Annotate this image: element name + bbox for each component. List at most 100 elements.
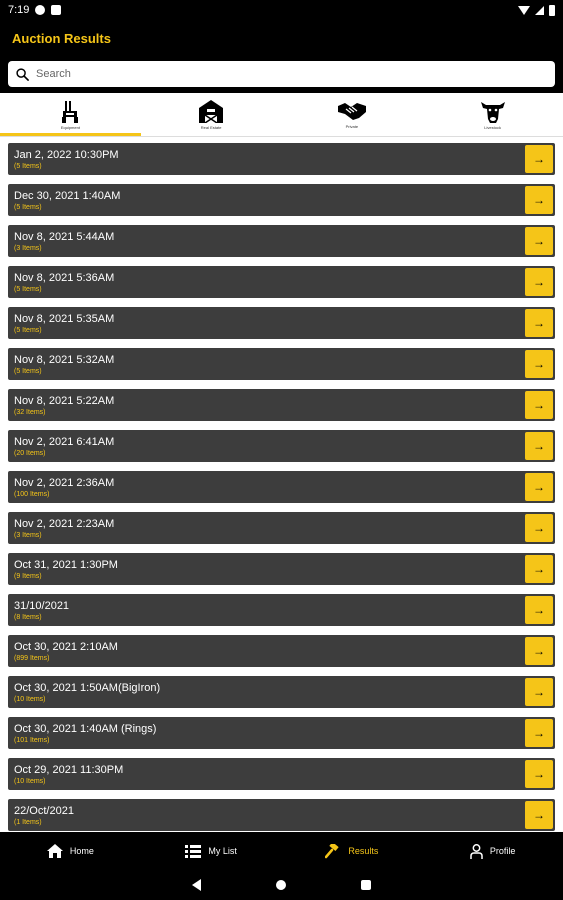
open-result-button[interactable]: → bbox=[525, 473, 553, 501]
nav-label: Profile bbox=[489, 846, 516, 856]
result-date: Nov 8, 2021 5:36AM bbox=[14, 271, 115, 284]
open-result-button[interactable]: → bbox=[525, 227, 553, 255]
result-date: Jan 2, 2022 10:30PM bbox=[14, 148, 119, 161]
nav-my-list[interactable]: My List bbox=[141, 832, 282, 870]
open-result-button[interactable]: → bbox=[525, 801, 553, 829]
arrow-right-icon: → bbox=[533, 562, 545, 576]
result-row[interactable]: Oct 30, 2021 1:40AM (Rings) (101 Items) … bbox=[8, 717, 555, 749]
tab-private[interactable]: Private bbox=[282, 93, 423, 136]
open-result-button[interactable]: → bbox=[525, 268, 553, 296]
result-text: Nov 8, 2021 5:22AM (32 Items) bbox=[8, 389, 525, 421]
nav-profile[interactable]: Profile bbox=[422, 832, 563, 870]
arrow-right-icon: → bbox=[533, 193, 545, 207]
result-text: Nov 8, 2021 5:44AM (3 Items) bbox=[8, 225, 525, 257]
arrow-right-icon: → bbox=[533, 439, 545, 453]
nav-home[interactable]: Home bbox=[0, 832, 141, 870]
result-date: Nov 8, 2021 5:22AM bbox=[14, 394, 115, 407]
open-result-button[interactable]: → bbox=[525, 145, 553, 173]
result-text: Nov 2, 2021 6:41AM (20 Items) bbox=[8, 430, 525, 462]
result-row[interactable]: Nov 2, 2021 2:36AM (100 Items) → bbox=[8, 471, 555, 503]
status-bar: 7:19 bbox=[0, 0, 563, 20]
open-result-button[interactable]: → bbox=[525, 760, 553, 788]
arrow-right-icon: → bbox=[533, 234, 545, 248]
result-row[interactable]: Jan 2, 2022 10:30PM (5 Items) → bbox=[8, 143, 555, 175]
nav-label: My List bbox=[208, 846, 237, 856]
result-date: Oct 30, 2021 2:10AM bbox=[14, 640, 118, 653]
result-text: Nov 8, 2021 5:35AM (5 Items) bbox=[8, 307, 525, 339]
result-date: Oct 30, 2021 1:40AM (Rings) bbox=[14, 722, 157, 735]
results-list: Jan 2, 2022 10:30PM (5 Items) → Dec 30, … bbox=[0, 137, 563, 832]
arrow-right-icon: → bbox=[533, 685, 545, 699]
tractor-icon bbox=[62, 101, 79, 123]
wifi-icon bbox=[518, 5, 530, 15]
arrow-right-icon: → bbox=[533, 644, 545, 658]
nav-results[interactable]: Results bbox=[282, 832, 423, 870]
search-input[interactable] bbox=[36, 68, 555, 80]
result-date: Oct 31, 2021 1:30PM bbox=[14, 558, 118, 571]
result-row[interactable]: Oct 31, 2021 1:30PM (9 Items) → bbox=[8, 553, 555, 585]
search-box[interactable] bbox=[8, 61, 555, 87]
result-item-count: (32 Items) bbox=[14, 408, 46, 416]
result-item-count: (100 Items) bbox=[14, 490, 50, 498]
result-item-count: (10 Items) bbox=[14, 695, 46, 703]
result-row[interactable]: Nov 8, 2021 5:32AM (5 Items) → bbox=[8, 348, 555, 380]
result-item-count: (101 Items) bbox=[14, 736, 50, 744]
result-date: Nov 2, 2021 2:36AM bbox=[14, 476, 115, 489]
storage-notification-icon bbox=[51, 5, 62, 15]
home-circle-icon[interactable] bbox=[276, 879, 286, 890]
result-row[interactable]: Nov 8, 2021 5:36AM (5 Items) → bbox=[8, 266, 555, 298]
recent-apps-icon[interactable] bbox=[361, 879, 371, 890]
open-result-button[interactable]: → bbox=[525, 596, 553, 624]
result-item-count: (899 Items) bbox=[14, 654, 50, 662]
result-item-count: (8 Items) bbox=[14, 613, 42, 621]
result-row[interactable]: Oct 30, 2021 2:10AM (899 Items) → bbox=[8, 635, 555, 667]
tab-label: Real Estate bbox=[200, 125, 222, 130]
open-result-button[interactable]: → bbox=[525, 637, 553, 665]
result-text: Oct 29, 2021 11:30PM (10 Items) bbox=[8, 758, 525, 790]
result-row[interactable]: Oct 29, 2021 11:30PM (10 Items) → bbox=[8, 758, 555, 790]
result-row[interactable]: Nov 8, 2021 5:44AM (3 Items) → bbox=[8, 225, 555, 257]
arrow-right-icon: → bbox=[533, 521, 545, 535]
result-row[interactable]: 31/10/2021 (8 Items) → bbox=[8, 594, 555, 626]
result-text: 22/Oct/2021 (1 Items) bbox=[8, 799, 525, 831]
result-row[interactable]: 22/Oct/2021 (1 Items) → bbox=[8, 799, 555, 831]
open-result-button[interactable]: → bbox=[525, 391, 553, 419]
result-text: Oct 31, 2021 1:30PM (9 Items) bbox=[8, 553, 525, 585]
result-row[interactable]: Nov 2, 2021 6:41AM (20 Items) → bbox=[8, 430, 555, 462]
result-row[interactable]: Nov 2, 2021 2:23AM (3 Items) → bbox=[8, 512, 555, 544]
open-result-button[interactable]: → bbox=[525, 514, 553, 542]
open-result-button[interactable]: → bbox=[525, 186, 553, 214]
app-notification-icon bbox=[35, 5, 46, 15]
tab-label: Livestock bbox=[484, 125, 501, 130]
result-text: Nov 2, 2021 2:36AM (100 Items) bbox=[8, 471, 525, 503]
result-row[interactable]: Nov 8, 2021 5:22AM (32 Items) → bbox=[8, 389, 555, 421]
tab-label: Equipment bbox=[60, 125, 80, 130]
open-result-button[interactable]: → bbox=[525, 432, 553, 460]
result-item-count: (1 Items) bbox=[14, 818, 42, 826]
page-title: Auction Results bbox=[12, 30, 111, 46]
signal-icon bbox=[535, 5, 544, 15]
result-date: Oct 30, 2021 1:50AM(BigIron) bbox=[14, 681, 161, 694]
open-result-button[interactable]: → bbox=[525, 309, 553, 337]
back-icon[interactable] bbox=[192, 878, 201, 891]
result-row[interactable]: Dec 30, 2021 1:40AM (5 Items) → bbox=[8, 184, 555, 216]
open-result-button[interactable]: → bbox=[525, 719, 553, 747]
result-text: Nov 8, 2021 5:36AM (5 Items) bbox=[8, 266, 525, 298]
arrow-right-icon: → bbox=[533, 767, 545, 781]
tab-livestock[interactable]: Livestock bbox=[422, 93, 563, 136]
result-row[interactable]: Nov 8, 2021 5:35AM (5 Items) → bbox=[8, 307, 555, 339]
result-row[interactable]: Oct 30, 2021 1:50AM(BigIron) (10 Items) … bbox=[8, 676, 555, 708]
battery-icon bbox=[549, 4, 555, 16]
result-date: Nov 8, 2021 5:35AM bbox=[14, 312, 115, 325]
open-result-button[interactable]: → bbox=[525, 678, 553, 706]
result-item-count: (5 Items) bbox=[14, 367, 42, 375]
handshake-icon bbox=[337, 103, 366, 120]
open-result-button[interactable]: → bbox=[525, 350, 553, 378]
barn-icon bbox=[199, 100, 224, 123]
open-result-button[interactable]: → bbox=[525, 555, 553, 583]
tab-equipment[interactable]: Equipment bbox=[0, 93, 141, 136]
tab-real-estate[interactable]: Real Estate bbox=[141, 93, 282, 136]
result-item-count: (10 Items) bbox=[14, 777, 46, 785]
result-date: 31/10/2021 bbox=[14, 599, 70, 612]
result-text: Oct 30, 2021 2:10AM (899 Items) bbox=[8, 635, 525, 667]
